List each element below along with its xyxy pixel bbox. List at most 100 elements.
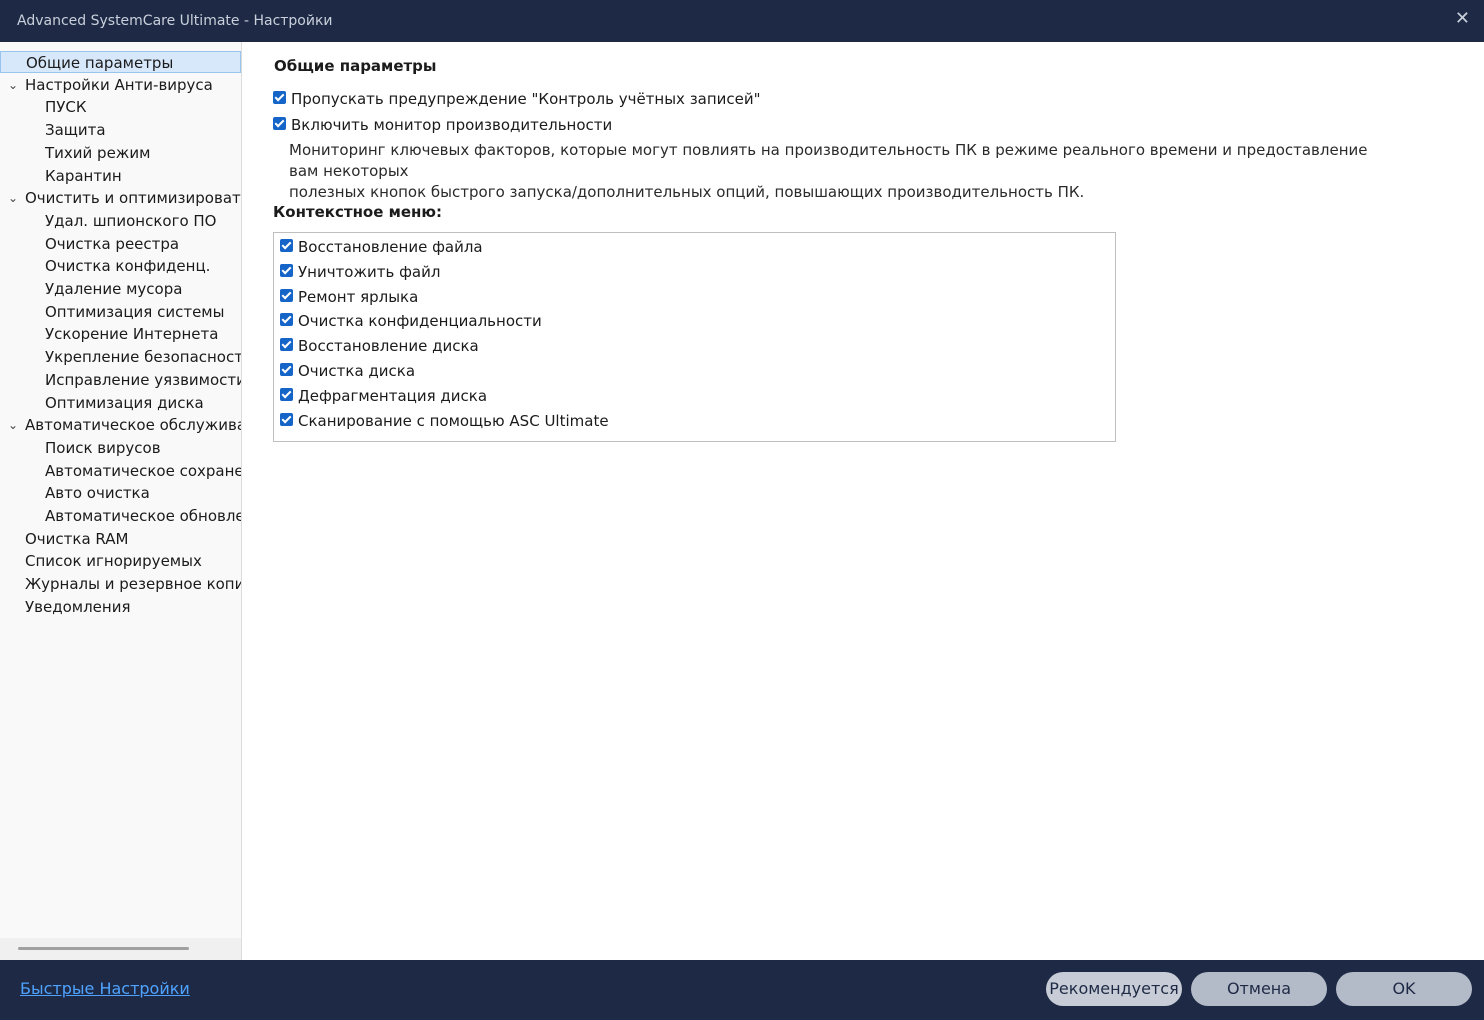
context-menu-option-label: Ремонт ярлыка [298,287,419,306]
checkbox-checked-icon[interactable] [280,387,293,401]
sidebar-item[interactable]: ⌄ Автоматическое обслуживание [0,414,241,436]
context-menu-option[interactable]: Очистка конфиденциальности [280,311,542,331]
option-skip-uac[interactable]: Пропускать предупреждение "Контроль учёт… [273,89,761,109]
checkbox-checked-icon[interactable] [280,288,293,302]
sidebar-item-label: Тихий режим [45,143,151,162]
sidebar-item[interactable]: Список игнорируемых [0,550,241,572]
sidebar-item[interactable]: ⌄ Очистить и оптимизировать [0,187,241,209]
context-menu-option-label: Сканирование с помощью ASC Ultimate [298,411,609,430]
settings-content: Общие параметры Пропускать предупреждени… [243,42,1484,960]
footer-bar: Быстрые Настройки Рекомендуется Отмена O… [0,960,1484,1020]
checkbox-checked-icon[interactable] [280,263,293,277]
checkbox-checked-icon[interactable] [273,91,286,104]
sidebar-item[interactable]: ПУСК [0,96,241,118]
cancel-button[interactable]: Отмена [1191,972,1327,1006]
context-menu-option-label: Очистка диска [298,362,416,380]
sidebar-item[interactable]: Автоматическое обновление [0,505,241,527]
sidebar-item-label: Очистка реестра [45,234,180,253]
sidebar-item-label: Очистить и оптимизировать [25,189,241,208]
sidebar-item-label: Оптимизация диска [45,393,204,412]
sidebar-item[interactable]: Оптимизация диска [0,392,241,414]
context-menu-option[interactable]: Ремонт ярлыка [280,287,418,307]
sidebar-item[interactable]: Общие параметры [0,51,241,73]
context-menu-option[interactable]: Восстановление файла [280,237,483,257]
sidebar-item-label: Оптимизация системы [45,302,225,321]
sidebar-item-label: Автоматическое обслуживание [25,416,241,435]
sidebar-item-label: Укрепление безопасности [45,348,241,367]
sidebar-item[interactable]: Тихий режим [0,142,241,164]
title-bar: Advanced SystemCare Ultimate - Настройки… [0,0,1484,42]
context-menu-option[interactable]: Уничтожить файл [280,262,440,282]
settings-sidebar: Общие параметры ⌄ Настройки Анти-вируса ПУС… [0,42,242,960]
sidebar-item-label: Ускорение Интернета [45,325,219,344]
context-menu-option-label: Восстановление диска [298,337,479,356]
context-menu-option-label: Восстановление файла [298,238,483,256]
sidebar-item-label: Карантин [45,166,122,185]
checkbox-checked-icon[interactable] [280,338,293,352]
sidebar-item[interactable]: Ускорение Интернета [0,323,241,345]
sidebar-item-label: Общие параметры [26,54,174,72]
context-menu-list: Восстановление файла Уничтожить файл Ремон… [273,232,1116,442]
sidebar-item-label: Удал. шпионского ПО [45,211,217,230]
sidebar-item-label: Автоматическое сохранение [45,461,241,480]
sidebar-item-label: Удаление мусора [45,280,183,298]
sidebar-item[interactable]: Журналы и резервное копирование [0,573,241,595]
description-line: Мониторинг ключевых факторов, которые мо… [289,141,1368,180]
sidebar-item[interactable]: Исправление уязвимости [0,369,241,391]
sidebar-item[interactable]: Удал. шпионского ПО [0,210,241,232]
window-title: Advanced SystemCare Ultimate - Настройки [17,13,333,29]
sidebar-item-label: Журналы и резервное копирование [25,575,241,594]
performance-monitor-description: Мониторинг ключевых факторов, которые мо… [289,140,1399,203]
sidebar-item[interactable]: Удаление мусора [0,278,241,300]
context-menu-heading: Контекстное меню: [273,203,443,221]
sidebar-horizontal-scrollbar[interactable] [0,938,241,960]
sidebar-item[interactable]: Очистка RAM [0,528,241,550]
sidebar-item[interactable]: Автоматическое сохранение [0,460,241,482]
sidebar-item[interactable]: Оптимизация системы [0,301,241,323]
sidebar-item-label: Поиск вирусов [45,438,161,457]
sidebar-item-label: Автоматическое обновление [45,507,241,525]
sidebar-item-label: Настройки Анти-вируса [25,75,213,94]
sidebar-item[interactable]: Уведомления [0,596,241,618]
sidebar-item[interactable]: Поиск вирусов [0,437,241,459]
sidebar-item[interactable]: Очистка реестра [0,233,241,255]
sidebar-item-label: ПУСК [45,98,87,117]
sidebar-item[interactable]: Защита [0,119,241,141]
sidebar-item-label: Очистка RAM [25,529,129,548]
recommended-button[interactable]: Рекомендуется [1046,972,1182,1006]
context-menu-option[interactable]: Очистка диска [280,361,415,381]
option-label: Пропускать предупреждение "Контроль учёт… [291,90,761,108]
checkbox-checked-icon[interactable] [280,363,293,376]
context-menu-option[interactable]: Дефрагментация диска [280,386,487,406]
checkbox-checked-icon[interactable] [273,117,286,130]
sidebar-item[interactable]: Карантин [0,165,241,187]
sidebar-item[interactable]: ⌄ Настройки Анти-вируса [0,74,241,96]
sidebar-item-label: Уведомления [25,597,131,616]
context-menu-option-label: Уничтожить файл [298,262,441,281]
context-menu-option-label: Очистка конфиденциальности [298,312,542,331]
chevron-down-icon[interactable]: ⌄ [8,187,18,209]
option-label: Включить монитор производительности [291,116,613,134]
checkbox-checked-icon[interactable] [280,239,293,252]
scrollbar-thumb[interactable] [18,947,189,950]
sidebar-item-label: Защита [45,121,106,140]
context-menu-option[interactable]: Сканирование с помощью ASC Ultimate [280,411,609,431]
context-menu-option[interactable]: Восстановление диска [280,336,479,356]
sidebar-item[interactable]: Укрепление безопасности [0,346,241,368]
checkbox-checked-icon[interactable] [280,313,293,327]
sidebar-item-label: Исправление уязвимости [45,370,241,389]
sidebar-item[interactable]: Авто очистка [0,482,241,504]
description-line: полезных кнопок быстрого запуска/дополни… [289,183,1085,201]
quick-settings-link[interactable]: Быстрые Настройки [20,979,190,998]
sidebar-item-label: Авто очистка [45,484,150,503]
ok-button[interactable]: OK [1336,972,1472,1006]
close-icon[interactable]: ✕ [1455,8,1470,29]
sidebar-item[interactable]: Очистка конфиденц. [0,255,241,277]
chevron-down-icon[interactable]: ⌄ [8,414,18,436]
checkbox-checked-icon[interactable] [280,412,293,426]
option-performance-monitor[interactable]: Включить монитор производительности [273,115,612,135]
chevron-down-icon[interactable]: ⌄ [8,74,18,96]
context-menu-option-label: Дефрагментация диска [298,386,488,405]
sidebar-item-label: Список игнорируемых [25,552,202,571]
page-title: Общие параметры [274,57,437,75]
